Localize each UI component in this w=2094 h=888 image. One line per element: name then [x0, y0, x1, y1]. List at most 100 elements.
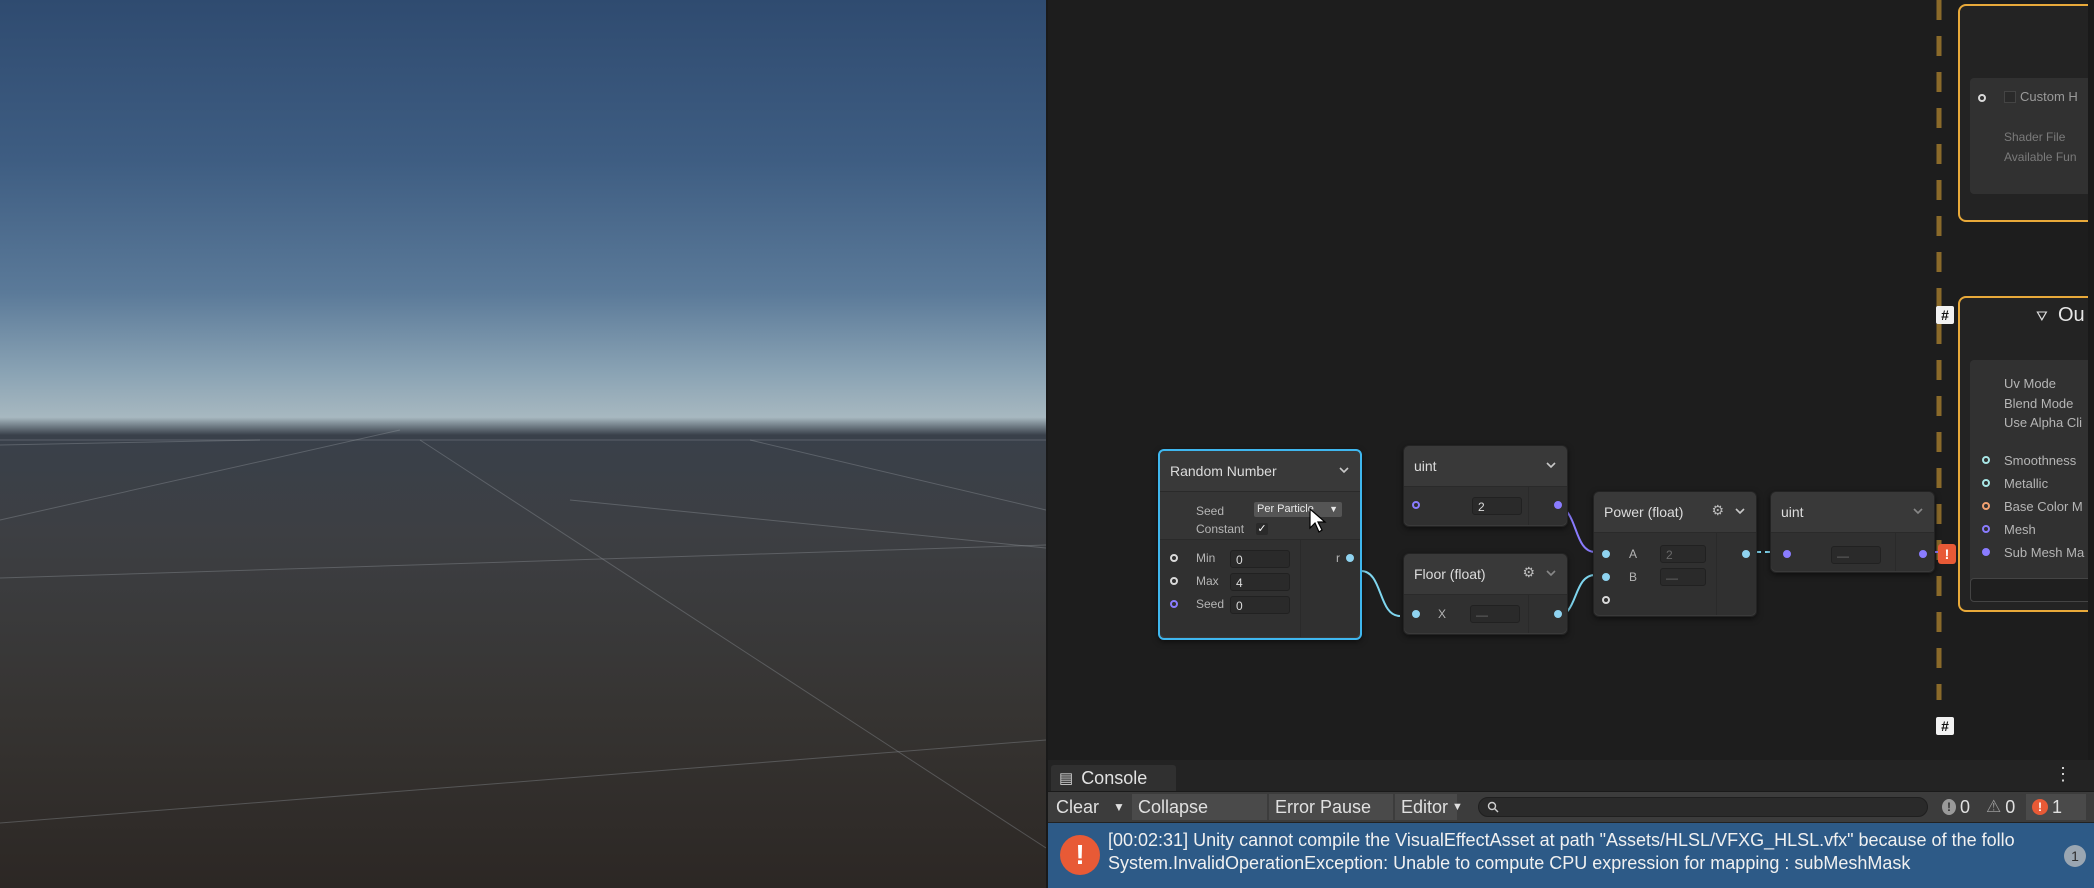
uv-mode-label: Uv Mode: [2004, 376, 2057, 391]
power-node-header[interactable]: Power (float) ⚙: [1594, 492, 1756, 533]
chevron-down-icon[interactable]: [1338, 464, 1350, 476]
random-node-header[interactable]: Random Number: [1160, 451, 1360, 492]
uint-node-2[interactable]: uint —: [1770, 491, 1935, 573]
metallic-port[interactable]: [1982, 479, 1990, 487]
error-toggle[interactable]: ! 1: [2026, 794, 2086, 820]
seed-field[interactable]: 0: [1230, 596, 1290, 614]
clear-button[interactable]: Clear: [1050, 794, 1107, 820]
clear-label: Clear: [1056, 796, 1100, 817]
x-label: X: [1438, 607, 1447, 621]
max-label: Max: [1196, 574, 1219, 588]
settings-gear-icon[interactable]: ⚙: [1522, 564, 1535, 581]
chevron-down-icon[interactable]: [1912, 505, 1924, 517]
base-color-label: Base Color M: [2004, 499, 2083, 514]
a-label: A: [1629, 547, 1638, 561]
output-r-label: r: [1336, 551, 1340, 565]
seed-mode-dropdown[interactable]: Per Particle ▼: [1254, 502, 1342, 517]
uint-node-1-header[interactable]: uint: [1404, 446, 1567, 487]
constant-label: Constant: [1196, 522, 1245, 536]
uint-node-2-header[interactable]: uint: [1771, 492, 1934, 533]
uint-node-1[interactable]: uint 2: [1403, 445, 1568, 527]
x-input-port[interactable]: [1412, 610, 1420, 618]
max-input-port[interactable]: [1170, 577, 1178, 585]
tab-console[interactable]: ▤ Console: [1051, 765, 1176, 791]
min-label: Min: [1196, 551, 1216, 565]
chevron-down-icon[interactable]: [1545, 567, 1557, 579]
power-node[interactable]: Power (float) ⚙ A 2 B —: [1593, 491, 1757, 617]
shader-file-label: Shader File: [2004, 130, 2066, 144]
message-line-1: [00:02:31] Unity cannot compile the Visu…: [1108, 830, 2015, 850]
sub-mesh-mask-port[interactable]: [1982, 548, 1990, 556]
extra-input-port[interactable]: [1602, 596, 1610, 604]
error-count: 1: [2052, 796, 2063, 817]
uint-output-port[interactable]: [1554, 501, 1562, 509]
settings-gear-icon[interactable]: ⚙: [1711, 502, 1724, 519]
scene-view[interactable]: [0, 0, 1046, 888]
output-bottom-button[interactable]: Pr: [1970, 578, 2094, 602]
min-input-port[interactable]: [1170, 554, 1178, 562]
collapse-label: Collapse: [1138, 796, 1209, 817]
warning-toggle[interactable]: ⚠ 0: [1980, 794, 2024, 820]
search-icon: [1487, 801, 1499, 813]
uint-value-field[interactable]: 2: [1472, 497, 1522, 515]
output-title: Ou: [2058, 304, 2085, 326]
mesh-label: Mesh: [2004, 522, 2036, 537]
edge-random-floor: [1360, 570, 1401, 617]
info-count: 0: [1959, 796, 1970, 817]
r-output-port[interactable]: [1346, 554, 1354, 562]
a-input-port[interactable]: [1602, 550, 1610, 558]
custom-input-port[interactable]: [1978, 94, 1986, 102]
a-field[interactable]: 2: [1660, 545, 1706, 563]
graph-edges: [1360, 0, 1951, 700]
floor-output-port[interactable]: [1554, 610, 1562, 618]
uint2-value-field[interactable]: —: [1831, 546, 1881, 564]
output-context-block[interactable]: ⛛ Ou Uv Mode Blend Mode Use Alpha Cli Sm…: [1958, 296, 2094, 612]
info-toggle[interactable]: ! 0: [1936, 794, 1976, 820]
chevron-down-icon[interactable]: [1734, 505, 1746, 517]
error-pause-button[interactable]: Error Pause: [1269, 794, 1393, 820]
chevron-down-icon[interactable]: [1545, 459, 1557, 471]
seed-input-port[interactable]: [1170, 600, 1178, 608]
dropdown-arrow-icon: ▼: [1329, 504, 1338, 514]
seed-mode-value: Per Particle: [1257, 503, 1314, 515]
dropdown-arrow-icon: ▼: [1113, 800, 1125, 814]
b-input-port[interactable]: [1602, 573, 1610, 581]
warning-icon: ⚠: [1986, 797, 2002, 816]
clear-options-dropdown[interactable]: ▼: [1107, 794, 1129, 820]
console-message-row[interactable]: ! [00:02:31] Unity cannot compile the Vi…: [1048, 823, 2094, 888]
more-options-icon[interactable]: ⋮: [2054, 764, 2072, 785]
uint2-input-port[interactable]: [1783, 550, 1791, 558]
dropdown-arrow-icon: ▼: [1452, 801, 1463, 813]
b-field[interactable]: —: [1660, 568, 1706, 586]
editor-dropdown[interactable]: Editor ▼: [1395, 794, 1463, 820]
metallic-label: Metallic: [2004, 476, 2049, 491]
custom-hlsl-block[interactable]: Custom H Shader File Available Fun: [1958, 4, 2094, 222]
min-field[interactable]: 0: [1230, 550, 1290, 568]
floor-node-header[interactable]: Floor (float) ⚙: [1404, 554, 1567, 595]
uint2-output-port[interactable]: [1919, 550, 1927, 558]
power-output-port[interactable]: [1742, 550, 1750, 558]
x-field[interactable]: —: [1470, 605, 1520, 623]
error-badge-icon[interactable]: !: [1938, 544, 1956, 564]
console-icon: ▤: [1059, 770, 1074, 787]
mouse-cursor-icon: [1309, 508, 1327, 533]
vfx-graph-area[interactable]: Random Number Seed Per Particle ▼ Consta…: [1048, 0, 2094, 760]
search-input[interactable]: [1478, 797, 1928, 817]
uint-input-port[interactable]: [1412, 501, 1420, 509]
random-number-node[interactable]: Random Number Seed Per Particle ▼ Consta…: [1158, 449, 1362, 640]
collapse-button[interactable]: Collapse: [1132, 794, 1267, 820]
warning-count: 0: [2005, 796, 2016, 817]
floor-node[interactable]: Floor (float) ⚙ X —: [1403, 553, 1568, 635]
max-field[interactable]: 4: [1230, 573, 1290, 591]
mesh-port[interactable]: [1982, 525, 1990, 533]
smoothness-port[interactable]: [1982, 456, 1990, 464]
output-icon: ⛛: [2036, 308, 2048, 324]
hash-marker[interactable]: #: [1936, 306, 1954, 324]
sub-mesh-mask-label: Sub Mesh Ma: [2004, 545, 2085, 560]
seed-label: Seed: [1196, 504, 1225, 518]
graph-edge-shadow: [2088, 0, 2094, 760]
scene-grid: [0, 429, 1046, 849]
hash-marker[interactable]: #: [1936, 717, 1954, 735]
constant-checkbox[interactable]: ✓: [1256, 523, 1268, 535]
base-color-port[interactable]: [1982, 502, 1990, 510]
